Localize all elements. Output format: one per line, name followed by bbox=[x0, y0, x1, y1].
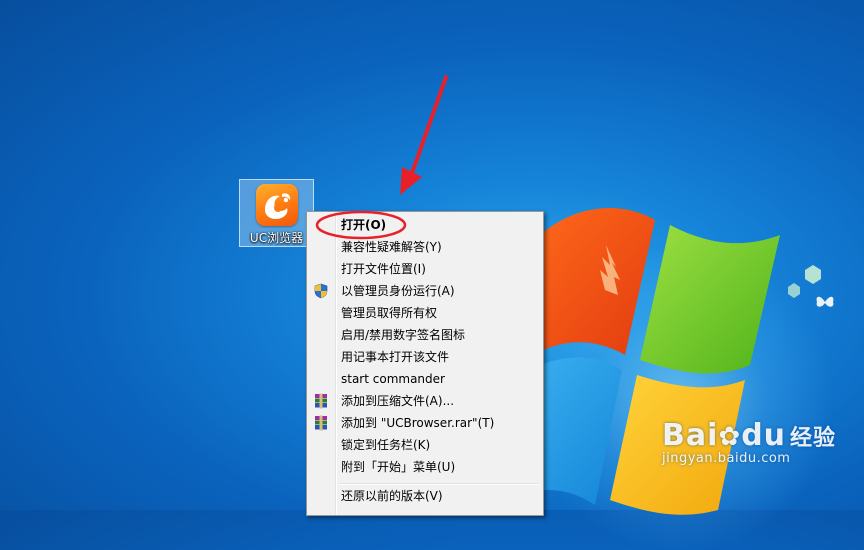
menu-item-label: 附到「开始」菜单(U) bbox=[341, 460, 456, 474]
menu-item-label: 用记事本打开该文件 bbox=[341, 350, 450, 364]
uc-browser-desktop-icon[interactable]: UC浏览器 bbox=[239, 179, 314, 247]
paw-icon: ✿ bbox=[718, 422, 742, 452]
winrar-icon bbox=[313, 393, 329, 409]
watermark-brand-cn: 经验 bbox=[790, 426, 837, 451]
watermark-brand-latin: Bai bbox=[662, 418, 719, 453]
menu-item-open-with-notepad[interactable]: 用记事本打开该文件 bbox=[309, 346, 541, 368]
baidu-jingyan-watermark: Bai✿du 经验 jingyan.baidu.com bbox=[662, 418, 836, 466]
menu-item-run-as-admin[interactable]: 以管理员身份运行(A) bbox=[309, 280, 541, 302]
menu-item-open-file-location[interactable]: 打开文件位置(I) bbox=[309, 258, 541, 280]
menu-item-pin-to-start-menu[interactable]: 附到「开始」菜单(U) bbox=[309, 456, 541, 478]
highlight-circle-annotation bbox=[315, 210, 407, 240]
menu-item-pin-to-taskbar[interactable]: 锁定到任务栏(K) bbox=[309, 434, 541, 456]
menu-item-label: 添加到压缩文件(A)... bbox=[341, 394, 455, 408]
menu-item-take-ownership[interactable]: 管理员取得所有权 bbox=[309, 302, 541, 324]
menu-item-label: start commander bbox=[341, 372, 445, 386]
menu-item-label: 打开文件位置(I) bbox=[341, 262, 426, 276]
butterfly-decoration bbox=[816, 296, 834, 307]
windows-logo-wallpaper bbox=[530, 208, 821, 515]
menu-item-label: 以管理员身份运行(A) bbox=[341, 284, 455, 298]
desktop-icon-label: UC浏览器 bbox=[249, 231, 304, 245]
watermark-brand: Bai✿du 经验 bbox=[662, 418, 836, 453]
red-arrow-annotation bbox=[400, 75, 448, 195]
watermark-url: jingyan.baidu.com bbox=[662, 451, 791, 466]
menu-item-label: 启用/禁用数字签名图标 bbox=[341, 328, 466, 342]
menu-item-add-to-archive[interactable]: 添加到压缩文件(A)... bbox=[309, 390, 541, 412]
menu-item-label: 添加到 "UCBrowser.rar"(T) bbox=[341, 416, 495, 430]
menu-item-add-to-ucbrowser-rar[interactable]: 添加到 "UCBrowser.rar"(T) bbox=[309, 412, 541, 434]
uc-browser-logo-icon bbox=[256, 184, 298, 226]
menu-item-restore-previous-versions[interactable]: 还原以前的版本(V) bbox=[309, 485, 541, 507]
menu-item-start-commander[interactable]: start commander bbox=[309, 368, 541, 390]
menu-item-label: 管理员取得所有权 bbox=[341, 306, 438, 320]
uac-shield-icon bbox=[313, 283, 329, 299]
watermark-brand-paw: du bbox=[741, 418, 787, 453]
menu-item-label: 还原以前的版本(V) bbox=[341, 489, 443, 503]
menu-item-label: 锁定到任务栏(K) bbox=[341, 438, 431, 452]
winrar-icon bbox=[313, 415, 329, 431]
menu-item-toggle-signature-icon[interactable]: 启用/禁用数字签名图标 bbox=[309, 324, 541, 346]
context-menu: 打开(O) 兼容性疑难解答(Y) 打开文件位置(I) 以管理员身份运行(A) 管… bbox=[306, 211, 544, 516]
